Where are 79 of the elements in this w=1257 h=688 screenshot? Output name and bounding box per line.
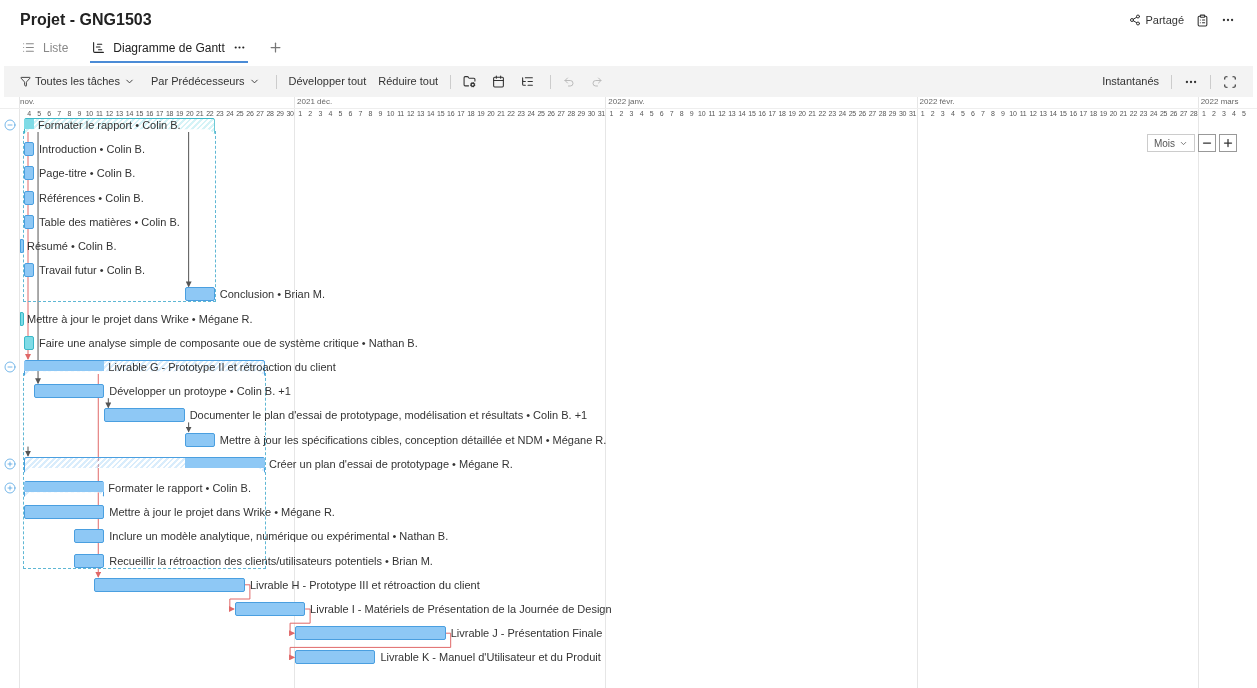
task-bar[interactable] (94, 577, 245, 592)
share-icon (1129, 14, 1142, 26)
calendar-icon[interactable] (492, 75, 506, 88)
filter-icon (20, 76, 31, 87)
task-bar[interactable] (24, 505, 105, 520)
dependency-arrow (105, 397, 112, 409)
month-label: 2022 févr. (919, 97, 955, 107)
task-label: Livrable I - Matériels de Présentation de la Journée de Design (310, 602, 612, 616)
task-bar[interactable] (20, 311, 24, 326)
task-label: Introduction • Colin B. (39, 142, 145, 157)
task-bar[interactable] (74, 529, 105, 544)
summary-bar[interactable] (24, 481, 105, 497)
collapse-icon[interactable] (4, 361, 16, 373)
task-label: Livrable H - Prototype III et rétroaction du client (249, 577, 480, 592)
summary-bar[interactable]: Formater le rapport • Colin B. (24, 118, 215, 134)
task-bar[interactable] (234, 602, 306, 616)
task-label: Faire une analyse simple de composante oue de système critique • Nathan B. (39, 335, 418, 350)
task-label: Documenter le plan d'essai de prototypage, modélisation et résultats • Colin B. +1 (189, 408, 588, 423)
month-label: nov. (20, 97, 35, 107)
filter-dropdown[interactable]: Par Prédécesseurs (151, 73, 260, 90)
folder-icon[interactable] (463, 75, 477, 88)
task-label: Table des matières • Colin B. (39, 214, 180, 229)
task-bar[interactable] (295, 626, 446, 641)
project-title: Projet - GNG1503 (20, 10, 152, 30)
toolbar-action[interactable]: Développer tout (288, 73, 367, 90)
plus-icon (1222, 137, 1234, 149)
expand-icon[interactable] (4, 482, 16, 494)
hierarchy-icon[interactable] (521, 75, 535, 88)
dependency-arrow (185, 421, 192, 433)
fullscreen-icon[interactable] (1223, 74, 1237, 89)
summary-bar[interactable] (24, 456, 265, 473)
task-label: Créer un plan d'essai de prototypage • Mégane R. (268, 456, 513, 471)
task-bar[interactable] (34, 384, 105, 399)
snapshots-button[interactable]: Instantanés (1102, 73, 1159, 90)
toolbar-action[interactable]: Réduire tout (378, 73, 439, 90)
share-button[interactable]: Partagé (1129, 11, 1184, 29)
add-view-icon[interactable] (267, 40, 283, 55)
scale-dropdown[interactable]: Mois (1146, 134, 1195, 152)
task-label: Livrable J - Présentation Finale (450, 626, 603, 641)
task-bar[interactable] (104, 408, 185, 423)
task-bar[interactable] (24, 166, 35, 181)
task-label: Livrable K - Manuel d'Utilisateur et du Produit (380, 650, 601, 665)
task-label: Inclure un modèle analytique, numérique ou expérimental • Nathan B. (109, 529, 449, 544)
task-label: Mettre à jour le projet dans Wrike • Mégane R. (27, 311, 253, 326)
zoom-in-button[interactable] (1219, 134, 1237, 152)
task-bar[interactable] (74, 553, 105, 568)
month-label: 2021 déc. (297, 97, 333, 107)
task-bar[interactable] (24, 335, 35, 350)
view-tab[interactable]: Liste (20, 34, 71, 63)
task-label: Résumé • Colin B. (27, 239, 117, 253)
task-bar[interactable] (184, 432, 215, 447)
dependency-arrow (25, 446, 31, 457)
task-bar[interactable] (24, 214, 35, 229)
notes-icon[interactable] (1196, 13, 1209, 27)
task-bar[interactable] (24, 263, 35, 278)
task-bar[interactable] (24, 142, 35, 157)
task-bar[interactable] (20, 239, 24, 253)
collapse-icon[interactable] (4, 119, 16, 131)
task-label: Conclusion • Brian M. (219, 287, 326, 302)
gantt-icon (92, 41, 106, 54)
task-label: Mettre à jour les spécifications cibles, conception détaillée et NDM • Mégane R. (219, 432, 607, 447)
task-bar[interactable] (184, 287, 215, 302)
task-label: Travail futur • Colin B. (39, 263, 146, 278)
task-bar[interactable] (295, 650, 376, 665)
month-label: 2022 mars (1200, 97, 1239, 107)
month-label: 2022 janv. (608, 97, 645, 107)
view-tab[interactable]: Diagramme de Gantt (90, 34, 248, 63)
zoom-out-button[interactable] (1198, 134, 1216, 152)
dependency-arrow (228, 584, 251, 612)
task-label: Page-titre • Colin B. (39, 166, 136, 181)
task-label: Développer un protoype • Colin B. +1 (109, 384, 291, 399)
list-icon (22, 41, 35, 54)
task-label: Recueillir la rétroaction des clients/utilisateurs potentiels • Brian M. (109, 553, 433, 568)
task-label: Références • Colin B. (39, 190, 144, 205)
task-bar[interactable] (24, 190, 35, 205)
expand-icon[interactable] (4, 457, 16, 470)
task-label: Formater le rapport • Colin B. (108, 481, 251, 495)
filter-dropdown[interactable]: Toutes les tâches (20, 73, 135, 90)
task-label: Mettre à jour le projet dans Wrike • Mégane R. (109, 505, 335, 520)
